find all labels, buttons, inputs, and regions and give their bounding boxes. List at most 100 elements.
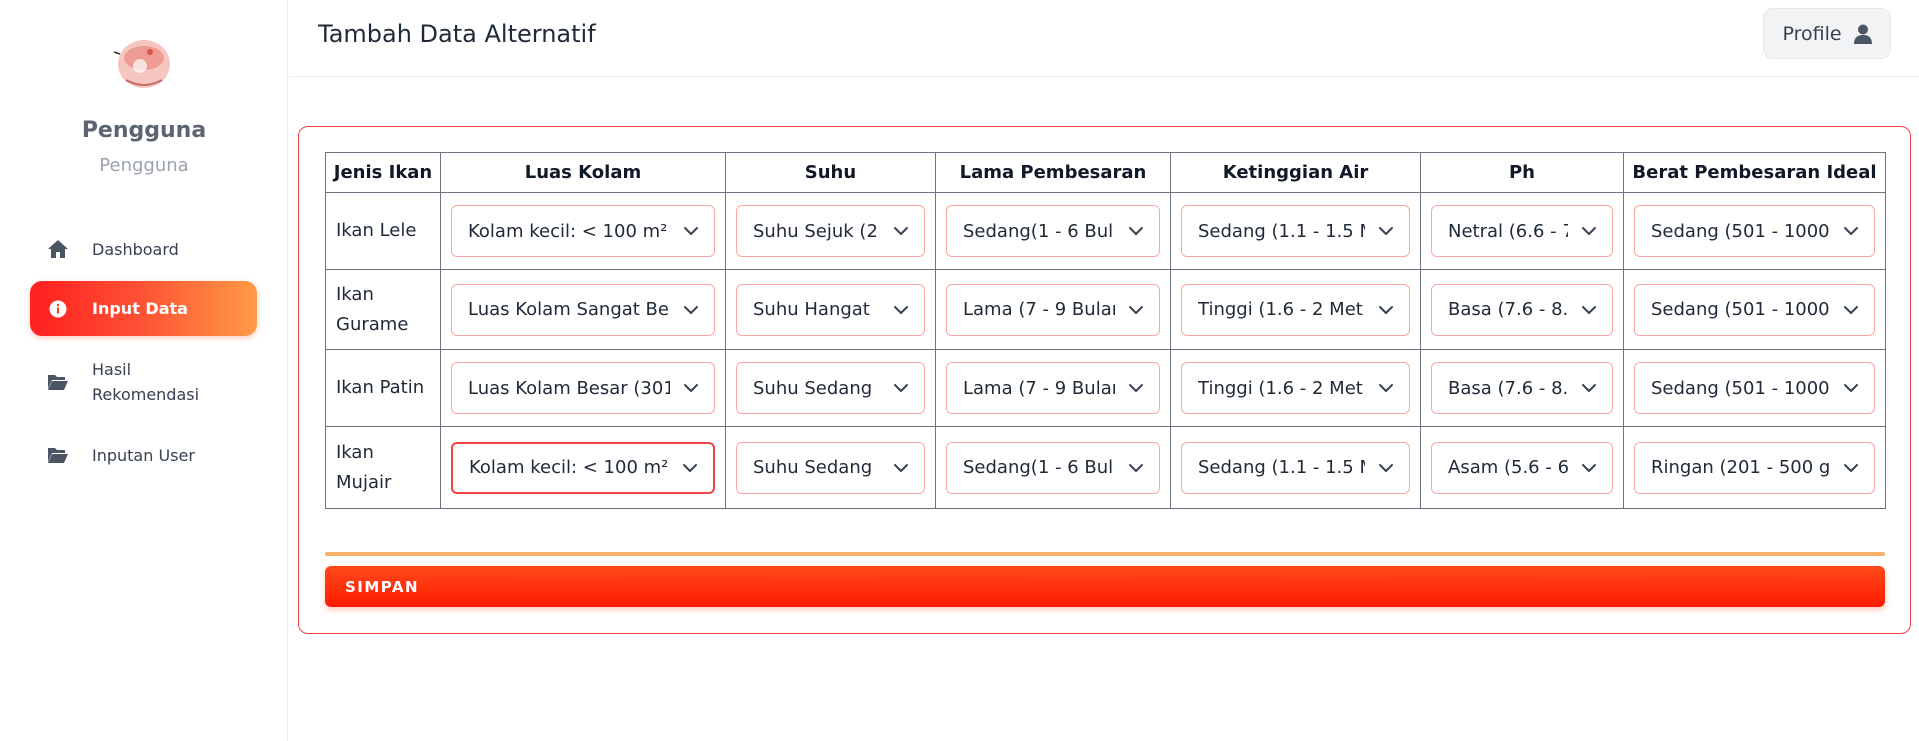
- user-name: Pengguna: [81, 118, 207, 143]
- select-value: Netral (6.6 - 7: [1448, 220, 1568, 242]
- ph-select[interactable]: Basa (7.6 - 8.: [1431, 362, 1613, 414]
- table-row: Ikan Lele Kolam kecil: < 100 m² Suhu Sejuk…: [325, 192, 1886, 270]
- lama-pembesaran-select[interactable]: Sedang(1 - 6 Bul: [946, 205, 1160, 257]
- jenis-ikan-cell: Ikan Lele: [325, 192, 441, 270]
- chevron-down-icon: [683, 463, 697, 472]
- table-cell: Sedang (501 - 1000: [1623, 349, 1886, 427]
- ketinggian-air-select[interactable]: Tinggi (1.6 - 2 Met: [1181, 362, 1410, 414]
- info-icon: [46, 297, 70, 321]
- select-value: Sedang (1.1 - 1.5 M: [1198, 457, 1365, 478]
- table-row: Ikan Gurame Luas Kolam Sangat Be Suhu Hang…: [325, 269, 1886, 350]
- user-icon: [1853, 24, 1872, 44]
- column-header: Lama Pembesaran: [935, 152, 1171, 193]
- chevron-down-icon: [1129, 463, 1143, 472]
- table-cell: Netral (6.6 - 7: [1420, 192, 1624, 270]
- table-header-row: Jenis Ikan Luas Kolam Suhu Lama Pembesar…: [325, 152, 1886, 193]
- chevron-down-icon: [894, 384, 908, 392]
- luas-kolam-select[interactable]: Luas Kolam Sangat Be: [451, 283, 715, 336]
- luas-kolam-select[interactable]: Kolam kecil: < 100 m²: [451, 441, 715, 494]
- column-header: Suhu: [725, 152, 936, 193]
- chevron-down-icon: [1582, 305, 1596, 314]
- table-cell: Kolam kecil: < 100 m²: [440, 426, 726, 509]
- table-cell: Basa (7.6 - 8.: [1420, 269, 1624, 350]
- sidebar-item-hasil-rekomendasi[interactable]: Hasil Rekomendasi: [30, 356, 257, 408]
- table-cell: Sedang (501 - 1000: [1623, 269, 1886, 350]
- luas-kolam-select[interactable]: Luas Kolam Besar (301: [451, 362, 715, 414]
- chevron-down-icon: [1379, 305, 1393, 314]
- top-header: Tambah Data Alternatif Profile: [289, 0, 1919, 77]
- select-value: Sedang(1 - 6 Bul: [963, 457, 1114, 478]
- chevron-down-icon: [1582, 227, 1596, 235]
- ph-select[interactable]: Asam (5.6 - 6: [1431, 441, 1613, 494]
- ph-select[interactable]: Basa (7.6 - 8.: [1431, 283, 1613, 336]
- lama-pembesaran-select[interactable]: Sedang(1 - 6 Bul: [946, 441, 1160, 494]
- table-cell: Asam (5.6 - 6: [1420, 426, 1624, 509]
- select-value: Suhu Sedang: [753, 377, 873, 399]
- sidebar-item-label: Dashboard: [92, 239, 179, 259]
- berat-pembesaran-select[interactable]: Ringan (201 - 500 g: [1634, 441, 1875, 494]
- chevron-down-icon: [684, 227, 698, 235]
- berat-pembesaran-select[interactable]: Sedang (501 - 1000: [1634, 205, 1875, 257]
- berat-pembesaran-select[interactable]: Sedang (501 - 1000: [1634, 283, 1875, 336]
- sidebar: Pengguna Pengguna Dashboard Input Data H…: [0, 0, 288, 741]
- suhu-select[interactable]: Suhu Sedang: [736, 441, 925, 494]
- table-cell: Sedang (1.1 - 1.5 M: [1170, 192, 1421, 270]
- select-value: Sedang (501 - 1000: [1651, 220, 1830, 242]
- table-cell: Sedang(1 - 6 Bul: [935, 192, 1171, 270]
- chevron-down-icon: [894, 305, 908, 314]
- avatar: [113, 40, 170, 88]
- suhu-select[interactable]: Suhu Sedang: [736, 362, 925, 414]
- jenis-ikan-cell: Ikan Patin: [325, 349, 441, 427]
- folder-open-icon: [46, 443, 70, 467]
- save-button[interactable]: SIMPAN: [325, 566, 1885, 607]
- select-value: Kolam kecil: < 100 m²: [469, 457, 669, 478]
- luas-kolam-select[interactable]: Kolam kecil: < 100 m²: [451, 205, 715, 257]
- chevron-down-icon: [1582, 384, 1596, 392]
- sidebar-item-label: Input Data: [92, 299, 188, 318]
- chevron-down-icon: [1844, 463, 1858, 472]
- chevron-down-icon: [1582, 463, 1596, 472]
- chevron-down-icon: [1379, 227, 1393, 235]
- select-value: Kolam kecil: < 100 m²: [468, 220, 668, 242]
- ketinggian-air-select[interactable]: Sedang (1.1 - 1.5 M: [1181, 205, 1410, 257]
- chevron-down-icon: [1844, 384, 1858, 392]
- divider: [325, 552, 1885, 556]
- suhu-select[interactable]: Suhu Hangat: [736, 283, 925, 336]
- chevron-down-icon: [1844, 305, 1858, 314]
- sidebar-item-input-data[interactable]: Input Data: [30, 281, 257, 336]
- table-cell: Sedang(1 - 6 Bul: [935, 426, 1171, 509]
- table-cell: Suhu Sedang: [725, 349, 936, 427]
- profile-button[interactable]: Profile: [1763, 8, 1891, 59]
- select-value: Suhu Sedang: [753, 457, 873, 478]
- berat-pembesaran-select[interactable]: Sedang (501 - 1000: [1634, 362, 1875, 414]
- select-value: Sedang (501 - 1000: [1651, 299, 1830, 320]
- suhu-select[interactable]: Suhu Sejuk (2: [736, 205, 925, 257]
- ketinggian-air-select[interactable]: Sedang (1.1 - 1.5 M: [1181, 441, 1410, 494]
- select-value: Luas Kolam Besar (301: [468, 377, 670, 399]
- select-value: Basa (7.6 - 8.: [1448, 377, 1568, 399]
- chevron-down-icon: [1379, 463, 1393, 472]
- jenis-ikan-cell: Ikan Gurame: [325, 269, 441, 350]
- ketinggian-air-select[interactable]: Tinggi (1.6 - 2 Met: [1181, 283, 1410, 336]
- alternatif-table: Jenis Ikan Luas Kolam Suhu Lama Pembesar…: [325, 152, 1886, 509]
- lama-pembesaran-select[interactable]: Lama (7 - 9 Bulan: [946, 362, 1160, 414]
- table-cell: Ringan (201 - 500 g: [1623, 426, 1886, 509]
- profile-label: Profile: [1782, 22, 1842, 45]
- select-value: Sedang (1.1 - 1.5 M: [1198, 220, 1365, 242]
- column-header: Berat Pembesaran Ideal: [1623, 152, 1886, 193]
- lama-pembesaran-select[interactable]: Lama (7 - 9 Bulan: [946, 283, 1160, 336]
- table-cell: Lama (7 - 9 Bulan: [935, 269, 1171, 350]
- select-value: Sedang (501 - 1000: [1651, 377, 1830, 399]
- sidebar-item-inputan-user[interactable]: Inputan User: [30, 442, 257, 468]
- sidebar-item-label: Hasil Rekomendasi: [92, 360, 200, 404]
- column-header: Luas Kolam: [440, 152, 726, 193]
- chevron-down-icon: [894, 227, 908, 235]
- sidebar-item-dashboard[interactable]: Dashboard: [30, 236, 257, 262]
- table-row: Ikan Patin Luas Kolam Besar (301 Suhu Seda…: [325, 349, 1886, 427]
- table-cell: Luas Kolam Sangat Be: [440, 269, 726, 350]
- sidebar-item-label: Inputan User: [92, 445, 195, 465]
- page-title: Tambah Data Alternatif: [318, 20, 596, 48]
- select-value: Suhu Hangat: [753, 299, 870, 320]
- ph-select[interactable]: Netral (6.6 - 7: [1431, 205, 1613, 257]
- select-value: Suhu Sejuk (2: [753, 220, 878, 242]
